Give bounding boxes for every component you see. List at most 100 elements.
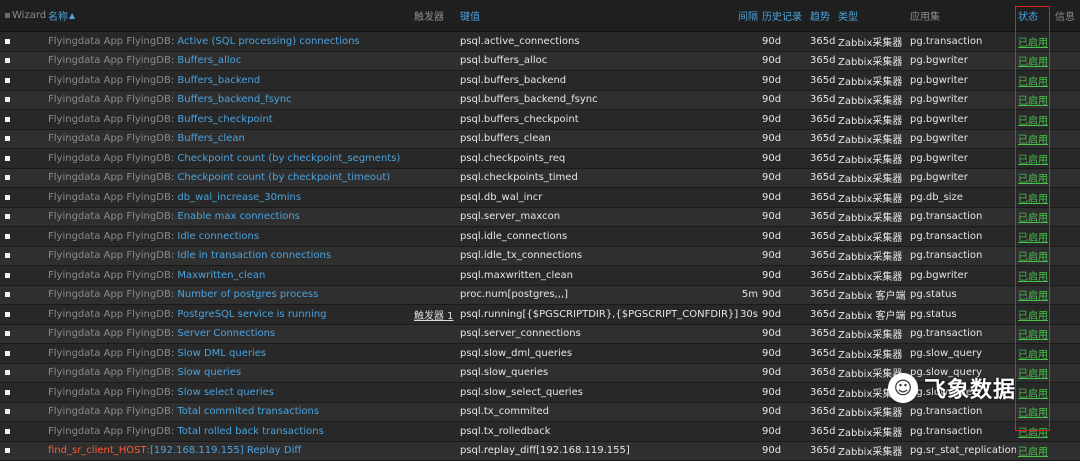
item-name-link[interactable]: db_wal_increase_30mins xyxy=(177,192,301,203)
header-history[interactable]: 历史记录 xyxy=(762,0,806,31)
item-status[interactable]: 已启用 xyxy=(1018,422,1052,441)
item-name-link[interactable]: Checkpoint count (by checkpoint_timeout) xyxy=(177,172,390,183)
header-trend[interactable]: 趋势 xyxy=(810,0,836,31)
item-triggers[interactable] xyxy=(414,208,454,227)
item-name-link[interactable]: Buffers_checkpoint xyxy=(177,114,272,125)
header-status[interactable]: 状态 xyxy=(1018,0,1052,31)
template-link[interactable]: Flyingdata App FlyingDB xyxy=(48,172,171,183)
item-name-link[interactable]: Enable max connections xyxy=(177,211,300,222)
row-checkbox[interactable] xyxy=(2,227,12,246)
row-wizard[interactable] xyxy=(12,71,48,90)
row-wizard[interactable] xyxy=(12,110,48,129)
item-triggers[interactable] xyxy=(414,403,454,422)
row-wizard[interactable] xyxy=(12,52,48,71)
item-triggers[interactable] xyxy=(414,169,454,188)
item-triggers[interactable] xyxy=(414,422,454,441)
template-link[interactable]: Flyingdata App FlyingDB xyxy=(48,94,171,105)
template-link[interactable]: Flyingdata App FlyingDB xyxy=(48,289,171,300)
item-triggers[interactable] xyxy=(414,383,454,402)
item-name-link[interactable]: Buffers_alloc xyxy=(177,55,241,66)
item-triggers[interactable] xyxy=(414,130,454,149)
item-triggers[interactable] xyxy=(414,325,454,344)
item-name-link[interactable]: Total commited transactions xyxy=(177,406,319,417)
item-triggers[interactable] xyxy=(414,442,454,461)
template-link[interactable]: Flyingdata App FlyingDB xyxy=(48,270,171,281)
item-status[interactable]: 已启用 xyxy=(1018,71,1052,90)
item-triggers[interactable] xyxy=(414,188,454,207)
template-link[interactable]: Flyingdata App FlyingDB xyxy=(48,55,171,66)
row-checkbox[interactable] xyxy=(2,130,12,149)
item-name-link[interactable]: Slow DML queries xyxy=(177,348,266,359)
row-wizard[interactable] xyxy=(12,130,48,149)
row-wizard[interactable] xyxy=(12,227,48,246)
row-wizard[interactable] xyxy=(12,208,48,227)
template-link[interactable]: Flyingdata App FlyingDB xyxy=(48,387,171,398)
template-link[interactable]: Flyingdata App FlyingDB xyxy=(48,367,171,378)
template-link[interactable]: Flyingdata App FlyingDB xyxy=(48,153,171,164)
row-wizard[interactable] xyxy=(12,169,48,188)
template-link[interactable]: Flyingdata App FlyingDB xyxy=(48,250,171,261)
row-wizard[interactable] xyxy=(12,403,48,422)
row-checkbox[interactable] xyxy=(2,442,12,461)
item-status[interactable]: 已启用 xyxy=(1018,208,1052,227)
row-wizard[interactable] xyxy=(12,266,48,285)
row-checkbox[interactable] xyxy=(2,32,12,51)
row-checkbox[interactable] xyxy=(2,169,12,188)
template-link[interactable]: Flyingdata App FlyingDB xyxy=(48,192,171,203)
row-checkbox[interactable] xyxy=(2,110,12,129)
select-all-checkbox[interactable] xyxy=(2,0,12,31)
item-status[interactable]: 已启用 xyxy=(1018,227,1052,246)
item-name-link[interactable]: Buffers_backend_fsync xyxy=(177,94,291,105)
item-triggers[interactable] xyxy=(414,32,454,51)
template-link[interactable]: Flyingdata App FlyingDB xyxy=(48,133,171,144)
row-wizard[interactable] xyxy=(12,188,48,207)
item-status[interactable]: 已启用 xyxy=(1018,130,1052,149)
item-status[interactable]: 已启用 xyxy=(1018,110,1052,129)
item-status[interactable]: 已启用 xyxy=(1018,32,1052,51)
header-interval[interactable]: 间隔 xyxy=(736,0,758,31)
row-wizard[interactable] xyxy=(12,442,48,461)
template-link[interactable]: Flyingdata App FlyingDB xyxy=(48,231,171,242)
row-wizard[interactable] xyxy=(12,383,48,402)
row-checkbox[interactable] xyxy=(2,71,12,90)
item-name-link[interactable]: Maxwritten_clean xyxy=(177,270,265,281)
item-name-link[interactable]: Buffers_clean xyxy=(177,133,244,144)
header-key[interactable]: 键值 xyxy=(460,0,740,31)
row-checkbox[interactable] xyxy=(2,52,12,71)
template-link[interactable]: Flyingdata App FlyingDB xyxy=(48,406,171,417)
template-link[interactable]: Flyingdata App FlyingDB xyxy=(48,36,171,47)
item-triggers[interactable] xyxy=(414,52,454,71)
row-checkbox[interactable] xyxy=(2,364,12,383)
row-checkbox[interactable] xyxy=(2,286,12,305)
row-wizard[interactable] xyxy=(12,422,48,441)
item-name-link[interactable]: Active (SQL processing) connections xyxy=(177,36,359,47)
item-status[interactable]: 已启用 xyxy=(1018,188,1052,207)
row-checkbox[interactable] xyxy=(2,403,12,422)
item-triggers[interactable] xyxy=(414,227,454,246)
item-status[interactable]: 已启用 xyxy=(1018,247,1052,266)
item-triggers[interactable]: 触发器 1 xyxy=(414,305,454,324)
template-link[interactable]: Flyingdata App FlyingDB xyxy=(48,211,171,222)
item-triggers[interactable] xyxy=(414,149,454,168)
item-status[interactable]: 已启用 xyxy=(1018,169,1052,188)
item-status[interactable]: 已启用 xyxy=(1018,149,1052,168)
item-name-link[interactable]: Idle connections xyxy=(177,231,259,242)
item-name-link[interactable]: Buffers_backend xyxy=(177,75,260,86)
row-wizard[interactable] xyxy=(12,149,48,168)
template-link[interactable]: Flyingdata App FlyingDB xyxy=(48,114,171,125)
item-triggers[interactable] xyxy=(414,71,454,90)
item-status[interactable]: 已启用 xyxy=(1018,91,1052,110)
item-name-link[interactable]: Total rolled back transactions xyxy=(177,426,323,437)
template-link[interactable]: Flyingdata App FlyingDB xyxy=(48,75,171,86)
item-status[interactable]: 已启用 xyxy=(1018,305,1052,324)
item-status[interactable]: 已启用 xyxy=(1018,325,1052,344)
row-wizard[interactable] xyxy=(12,344,48,363)
item-triggers[interactable] xyxy=(414,286,454,305)
item-status[interactable]: 已启用 xyxy=(1018,442,1052,461)
item-triggers[interactable] xyxy=(414,247,454,266)
header-type[interactable]: 类型 xyxy=(838,0,908,31)
host-link[interactable]: find_sr_client_HOST xyxy=(48,445,147,456)
row-wizard[interactable] xyxy=(12,32,48,51)
row-wizard[interactable] xyxy=(12,364,48,383)
header-name[interactable]: 名称▲ xyxy=(48,0,408,31)
